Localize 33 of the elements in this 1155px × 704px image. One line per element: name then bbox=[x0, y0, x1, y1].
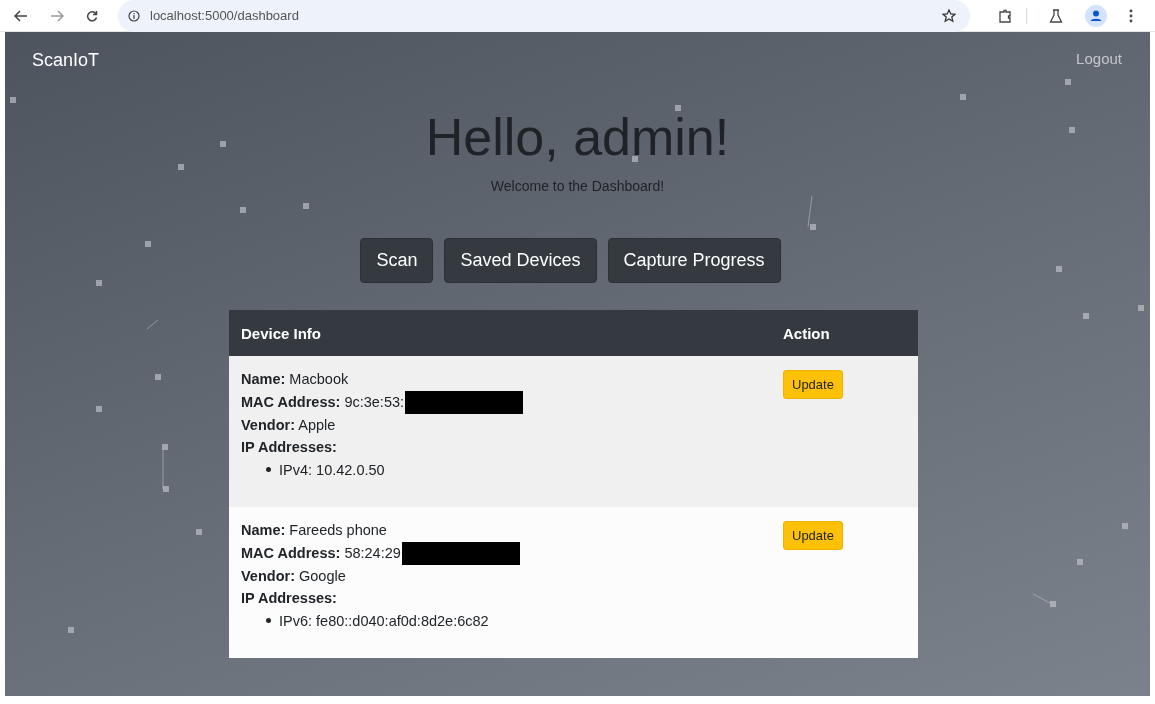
forward-icon[interactable] bbox=[50, 9, 64, 22]
field-text: MAC Address: 58:24:29 bbox=[241, 543, 401, 563]
url-text: localhost:5000/dashboard bbox=[150, 8, 300, 23]
column-header: Device Info bbox=[229, 310, 771, 357]
address-bar[interactable]: localhost:5000/dashboard bbox=[118, 0, 971, 32]
brand-logo[interactable]: ScanIoT bbox=[32, 50, 100, 85]
field-text: Name: Fareeds phone bbox=[241, 521, 387, 541]
reload-icon[interactable] bbox=[86, 9, 98, 22]
nav-button[interactable]: Scan bbox=[360, 238, 434, 284]
flask-icon[interactable] bbox=[1049, 8, 1063, 23]
back-icon[interactable] bbox=[14, 9, 28, 22]
puzzle-icon[interactable] bbox=[998, 8, 1013, 23]
menu-icon[interactable] bbox=[1129, 8, 1133, 23]
ip-address-text: IPv6: fe80::d040:af0d:8d2e:6c82 bbox=[279, 611, 489, 631]
field-text: MAC Address: 9c:3e:53: bbox=[241, 392, 405, 412]
greeting-heading: Hello, admin! bbox=[425, 109, 730, 167]
bullet-dot bbox=[266, 467, 271, 473]
update-button[interactable]: Update bbox=[783, 521, 843, 551]
field-label: IP Addresses: bbox=[241, 589, 337, 609]
subtitle-text: Welcome to the Dashboard! bbox=[490, 178, 665, 195]
field-label: IP Addresses: bbox=[241, 438, 337, 458]
field-text: Vendor: Apple bbox=[241, 415, 336, 435]
field-text: Name: Macbook bbox=[241, 370, 349, 390]
column-header: Action bbox=[771, 310, 918, 357]
field-text: Vendor: Google bbox=[241, 566, 346, 586]
nav-button[interactable]: Saved Devices bbox=[444, 238, 597, 284]
star-icon[interactable] bbox=[942, 8, 957, 23]
ip-address-text: IPv4: 10.42.0.50 bbox=[279, 460, 385, 480]
nav-button[interactable]: Capture Progress bbox=[607, 238, 781, 284]
profile-icon[interactable] bbox=[1085, 4, 1107, 27]
info-icon[interactable] bbox=[128, 9, 140, 22]
bullet-dot bbox=[266, 618, 271, 624]
update-button[interactable]: Update bbox=[783, 370, 843, 400]
